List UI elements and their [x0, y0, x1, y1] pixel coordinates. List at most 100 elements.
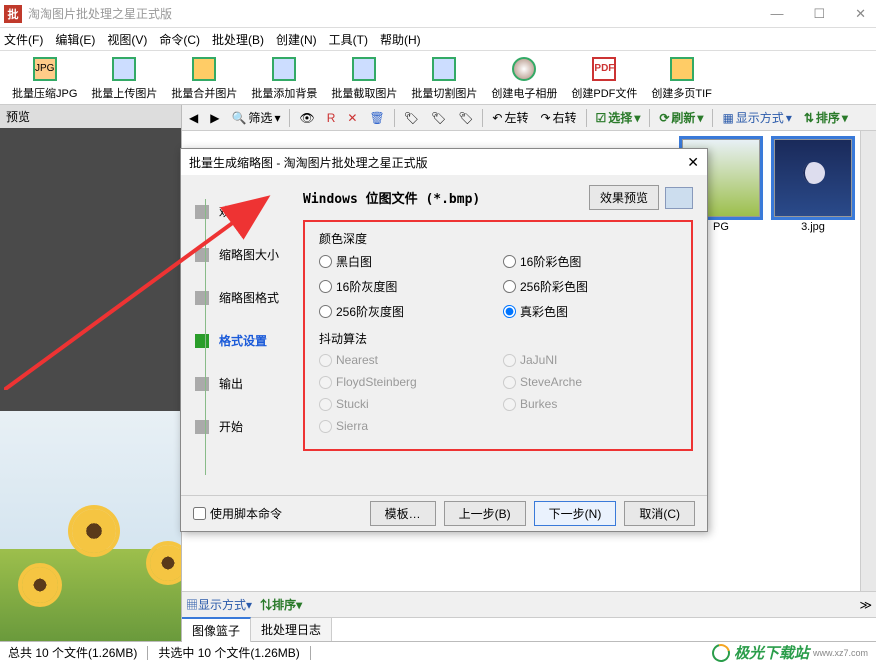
- menu-tools[interactable]: 工具(T): [329, 31, 368, 48]
- tool-upload[interactable]: 批量上传图片: [85, 53, 163, 103]
- tool-tif[interactable]: 创建多页TIF: [645, 53, 718, 103]
- titlebar: 批 淘淘图片批处理之星正式版 — ☐ ✕: [0, 0, 876, 28]
- nav-back-icon[interactable]: ◀: [186, 109, 201, 127]
- eye-icon[interactable]: 👁: [296, 109, 317, 127]
- brand-logo-icon: [709, 640, 734, 665]
- menu-file[interactable]: 文件(F): [4, 31, 43, 48]
- collapse-icon[interactable]: ≫: [859, 598, 872, 612]
- tool-album[interactable]: 创建电子相册: [485, 53, 563, 103]
- prev-button[interactable]: 上一步(B): [444, 501, 526, 526]
- radio-bw[interactable]: 黑白图: [319, 253, 493, 270]
- tab-basket[interactable]: 图像篮子: [182, 617, 251, 642]
- tab-log[interactable]: 批处理日志: [251, 618, 332, 641]
- rotate-left-btn[interactable]: ↶左转: [489, 107, 531, 128]
- tag2-icon[interactable]: 🏷: [428, 109, 449, 127]
- menu-help[interactable]: 帮助(H): [380, 31, 421, 48]
- menu-batch[interactable]: 批处理(B): [212, 31, 264, 48]
- filter-btn[interactable]: 🔍筛选▾: [228, 107, 283, 128]
- menu-create[interactable]: 创建(N): [276, 31, 317, 48]
- preview-effect-button[interactable]: 效果预览: [589, 185, 659, 210]
- wizard-step-start[interactable]: 开始: [195, 418, 289, 435]
- scrollbar-vertical[interactable]: [860, 131, 876, 591]
- radio-nearest: Nearest: [319, 353, 493, 367]
- preview-image: [0, 411, 181, 641]
- radio-floyd: FloydSteinberg: [319, 375, 493, 389]
- statusbar: 总共 10 个文件(1.26MB) 共选中 10 个文件(1.26MB) 极光下…: [0, 641, 876, 663]
- minimize-button[interactable]: —: [764, 4, 789, 24]
- tool-split[interactable]: 批量切割图片: [405, 53, 483, 103]
- menubar: 文件(F) 编辑(E) 视图(V) 命令(C) 批处理(B) 创建(N) 工具(…: [0, 28, 876, 50]
- color-depth-legend: 颜色深度: [319, 230, 677, 247]
- tool-compress-jpg[interactable]: JPG批量压缩JPG: [6, 53, 83, 103]
- radio-sierra: Sierra: [319, 419, 493, 433]
- wizard-step-settings[interactable]: 格式设置: [195, 332, 289, 349]
- radio-jajuni: JaJuNI: [503, 353, 677, 367]
- menu-edit[interactable]: 编辑(E): [55, 31, 95, 48]
- format-label: Windows 位图文件 (*.bmp): [303, 188, 480, 207]
- thumbnail-item[interactable]: 3.jpg: [774, 139, 852, 233]
- dither-fieldset: 抖动算法 Nearest JaJuNI FloydSteinberg Steve…: [319, 330, 677, 433]
- radio-stucki: Stucki: [319, 397, 493, 411]
- dialog-title: 批量生成缩略图 - 淘淘图片批处理之星正式版: [189, 154, 428, 171]
- status-selected: 共选中 10 个文件(1.26MB): [158, 644, 299, 661]
- close-button[interactable]: ✕: [849, 4, 872, 24]
- toolbar-main: JPG批量压缩JPG 批量上传图片 批量合并图片 批量添加背景 批量截取图片 批…: [0, 50, 876, 105]
- preview-header: 预览: [0, 105, 181, 128]
- maximize-button[interactable]: ☐: [807, 4, 831, 24]
- nav-fwd-icon[interactable]: ▶: [207, 109, 222, 127]
- tool-merge[interactable]: 批量合并图片: [165, 53, 243, 103]
- preview-panel: 预览 神奇网视图片下载shenqixiangce: [0, 105, 182, 641]
- sort-btn-2[interactable]: ⇅排序▾: [260, 596, 302, 613]
- settings-highlight-box: 颜色深度 黑白图 16阶彩色图 16阶灰度图 256阶彩色图 256阶灰度图 真…: [303, 220, 693, 451]
- color-depth-fieldset: 颜色深度 黑白图 16阶彩色图 16阶灰度图 256阶彩色图 256阶灰度图 真…: [319, 230, 677, 320]
- radio-truecolor[interactable]: 真彩色图: [503, 303, 677, 320]
- radio-burkes: Burkes: [503, 397, 677, 411]
- app-icon: 批: [4, 5, 22, 23]
- brand-url: www.xz7.com: [813, 648, 868, 658]
- radio-256color[interactable]: 256阶彩色图: [503, 278, 677, 295]
- thumbnail-label: 3.jpg: [801, 221, 825, 233]
- sub-toolbar-bottom: ▦显示方式▾ ⇅排序▾ ≫: [182, 591, 876, 617]
- brand: 极光下载站 www.xz7.com: [712, 642, 868, 663]
- thumbnail-image[interactable]: [774, 139, 852, 217]
- bottom-tabs: 图像篮子 批处理日志: [182, 617, 876, 641]
- tag3-icon[interactable]: 🏷: [455, 109, 476, 127]
- rotate-right-btn[interactable]: ↷右转: [537, 107, 579, 128]
- display-btn-2[interactable]: ▦显示方式▾: [186, 596, 252, 613]
- refresh-btn[interactable]: ⟳刷新▾: [656, 107, 706, 128]
- delete-icon[interactable]: ✕: [344, 109, 360, 127]
- radio-16gray[interactable]: 16阶灰度图: [319, 278, 493, 295]
- preview-icon[interactable]: [665, 187, 693, 209]
- radio-256gray[interactable]: 256阶灰度图: [319, 303, 493, 320]
- dialog-close-icon[interactable]: ✕: [687, 154, 699, 171]
- sort-btn[interactable]: ⇅排序▾: [801, 107, 851, 128]
- display-btn[interactable]: ▦显示方式▾: [719, 107, 794, 128]
- menu-command[interactable]: 命令(C): [159, 31, 200, 48]
- wizard-step-format[interactable]: 缩略图格式: [195, 289, 289, 306]
- wizard-content: Windows 位图文件 (*.bmp) 效果预览 颜色深度 黑白图 16阶彩色…: [289, 175, 707, 495]
- template-button[interactable]: 模板…: [370, 501, 436, 526]
- radio-steve: SteveArche: [503, 375, 677, 389]
- sub-toolbar: ◀ ▶ 🔍筛选▾ 👁 R ✕ 🗑 🏷 🏷 🏷 ↶左转 ↷右转 ☑选择▾ ⟳刷新▾…: [182, 105, 876, 131]
- dialog-titlebar: 批量生成缩略图 - 淘淘图片批处理之星正式版 ✕: [181, 149, 707, 175]
- radio-16color[interactable]: 16阶彩色图: [503, 253, 677, 270]
- next-button[interactable]: 下一步(N): [534, 501, 617, 526]
- tool-pdf[interactable]: PDF创建PDF文件: [565, 53, 643, 103]
- status-total: 总共 10 个文件(1.26MB): [8, 644, 137, 661]
- menu-view[interactable]: 视图(V): [107, 31, 147, 48]
- wizard-step-size[interactable]: 缩略图大小: [195, 246, 289, 263]
- tag-icon[interactable]: 🏷: [401, 109, 422, 127]
- tool-add-bg[interactable]: 批量添加背景: [245, 53, 323, 103]
- thumbnail-label: PG: [713, 221, 729, 233]
- cancel-button[interactable]: 取消(C): [624, 501, 695, 526]
- rename-icon[interactable]: R: [324, 109, 339, 127]
- brand-name: 极光下载站: [734, 642, 809, 663]
- basket-icon[interactable]: 🗑: [366, 109, 387, 127]
- preview-image-area: 神奇网视图片下载shenqixiangce: [0, 128, 181, 641]
- tool-crop[interactable]: 批量截取图片: [325, 53, 403, 103]
- window-title: 淘淘图片批处理之星正式版: [28, 5, 172, 22]
- use-script-checkbox[interactable]: 使用脚本命令: [193, 505, 282, 522]
- select-btn[interactable]: ☑选择▾: [593, 107, 644, 128]
- wizard-step-output[interactable]: 输出: [195, 375, 289, 392]
- wizard-step-welcome[interactable]: 欢迎: [195, 203, 289, 220]
